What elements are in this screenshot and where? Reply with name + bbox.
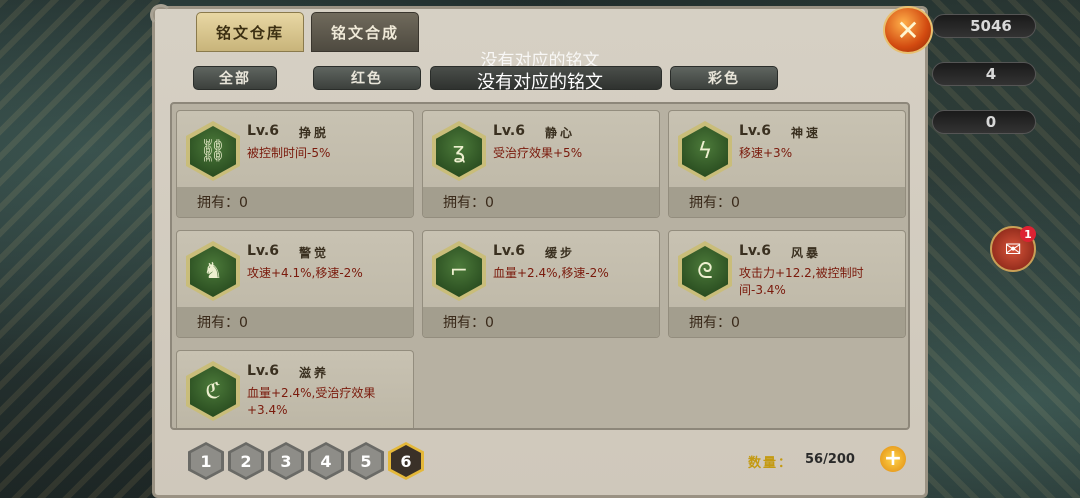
page-number: 4 — [311, 445, 341, 477]
background-scenery-left — [0, 0, 160, 498]
card-level: Lv.6 — [739, 123, 771, 139]
card-description: 移速+3% — [739, 146, 793, 160]
card-owned: 拥有：0 — [443, 195, 494, 211]
quantity-label: 数量： — [748, 456, 794, 471]
card-level: Lv.6 — [247, 123, 279, 139]
card-level: Lv.6 — [493, 243, 525, 259]
message-button[interactable]: ✉ 1 — [990, 226, 1036, 272]
inscription-card[interactable]: ʓ Lv.6 静心 受治疗效果+5% 拥有：0 — [422, 110, 660, 218]
card-description: 血量+2.4%,移速-2% — [493, 266, 609, 280]
resource-value: 5046 — [970, 17, 1012, 35]
page-number: 6 — [391, 445, 421, 477]
card-description: 攻击力+12.2,被控制时间-3.4% — [739, 266, 864, 297]
resource-bar-gold: 5046 — [932, 14, 1036, 38]
inscription-card[interactable]: ℭ Lv.6 滋养 血量+2.4%,受治疗效果+3.4% — [176, 350, 414, 428]
tab-inscription-warehouse[interactable]: 铭文仓库 — [196, 12, 304, 52]
inscription-card[interactable]: ⛓ Lv.6 挣脱 被控制时间-5% 拥有：0 — [176, 110, 414, 218]
chat-icon: ✉ — [1004, 237, 1022, 261]
card-level: Lv.6 — [247, 363, 279, 379]
card-name: 挣脱 — [299, 126, 330, 140]
page-number: 3 — [271, 445, 301, 477]
quantity-value: 56/200 — [805, 452, 855, 467]
card-name: 缓步 — [545, 246, 576, 260]
card-level: Lv.6 — [739, 243, 771, 259]
resource-bar-gems: 4 — [932, 62, 1036, 86]
tab-inscription-synthesis[interactable]: 铭文合成 — [311, 12, 419, 52]
panel-ornament — [150, 4, 172, 26]
close-icon: ✕ — [896, 13, 920, 47]
card-description: 受治疗效果+5% — [493, 146, 583, 160]
card-description: 血量+2.4%,受治疗效果+3.4% — [247, 386, 376, 417]
card-name: 静心 — [545, 126, 576, 140]
page-number: 2 — [231, 445, 261, 477]
card-name: 风暴 — [791, 246, 822, 260]
inscription-card[interactable]: ♞ Lv.6 警觉 攻速+4.1%,移速-2% 拥有：0 — [176, 230, 414, 338]
card-description: 被控制时间-5% — [247, 146, 331, 160]
card-name: 滋养 — [299, 366, 330, 380]
card-owned: 拥有：0 — [689, 315, 740, 331]
card-owned: 拥有：0 — [197, 195, 248, 211]
filter-all[interactable]: 全部 — [193, 66, 277, 90]
card-description: 攻速+4.1%,移速-2% — [247, 266, 363, 280]
toast-message: 没有对应的铭文 — [477, 72, 603, 93]
card-name: 神速 — [791, 126, 822, 140]
close-button[interactable]: ✕ — [883, 6, 933, 54]
filter-colorful[interactable]: 彩色 — [670, 66, 778, 90]
page-number: 1 — [191, 445, 221, 477]
card-owned: 拥有：0 — [689, 195, 740, 211]
inscription-card[interactable]: ᘓ Lv.6 风暴 攻击力+12.2,被控制时间-3.4% 拥有：0 — [668, 230, 906, 338]
resource-bar-tokens: 0 — [932, 110, 1036, 134]
plus-icon: + — [883, 446, 903, 471]
expand-capacity-button[interactable]: + — [880, 446, 906, 472]
card-level: Lv.6 — [247, 243, 279, 259]
card-level: Lv.6 — [493, 123, 525, 139]
filter-red[interactable]: 红色 — [313, 66, 421, 90]
page-number: 5 — [351, 445, 381, 477]
card-owned: 拥有：0 — [197, 315, 248, 331]
resource-value: 0 — [985, 113, 997, 131]
card-name: 警觉 — [299, 246, 330, 260]
inscription-card[interactable]: ⌐ Lv.6 缓步 血量+2.4%,移速-2% 拥有：0 — [422, 230, 660, 338]
notification-badge: 1 — [1020, 226, 1036, 242]
inscription-card[interactable]: ϟ Lv.6 神速 移速+3% 拥有：0 — [668, 110, 906, 218]
resource-value: 4 — [985, 65, 997, 83]
card-owned: 拥有：0 — [443, 315, 494, 331]
